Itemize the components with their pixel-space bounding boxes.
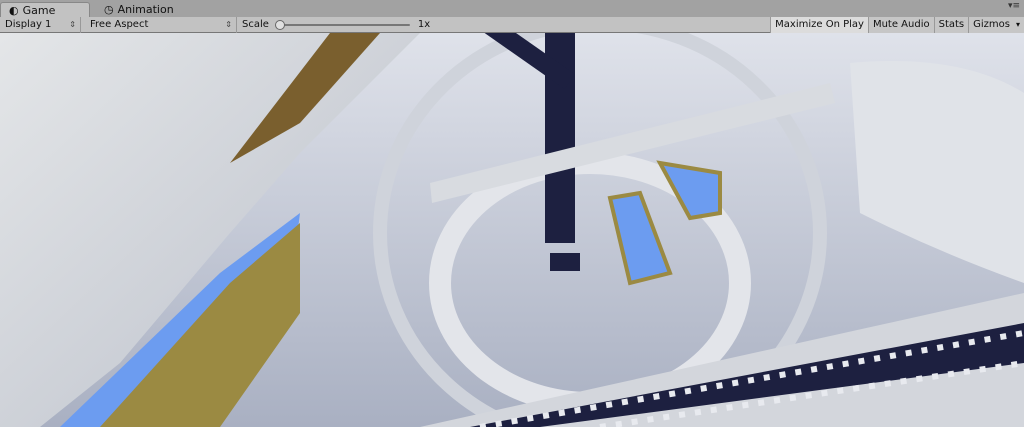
display-dropdown[interactable]: Display 1 ⇕ — [0, 16, 81, 33]
scale-slider[interactable] — [274, 17, 410, 33]
dropdown-arrows-icon: ⇕ — [225, 20, 232, 29]
maximize-on-play-button[interactable]: Maximize On Play — [770, 16, 868, 33]
slider-thumb[interactable] — [274, 19, 285, 30]
scale-control: Scale 1x — [237, 17, 437, 33]
game-viewport[interactable] — [0, 33, 1024, 427]
clock-icon: ◷ — [104, 3, 114, 16]
aspect-dropdown[interactable]: Free Aspect ⇕ — [85, 16, 237, 33]
mute-audio-button[interactable]: Mute Audio — [867, 16, 934, 33]
dropdown-arrows-icon: ⇕ — [69, 20, 76, 29]
tab-game[interactable]: ◐ Game — [0, 2, 90, 17]
panel-menu-icon[interactable]: ▾≡ — [1008, 1, 1020, 11]
game-toolbar: Display 1 ⇕ Free Aspect ⇕ Scale 1x Maximiz… — [0, 16, 1024, 33]
tab-bar: ◐ Game ◷ Animation ▾≡ — [0, 0, 1024, 17]
stats-button[interactable]: Stats — [933, 16, 969, 33]
game-controller-icon: ◐ — [9, 3, 19, 17]
chevron-down-icon: ▾ — [1015, 20, 1020, 29]
scene-render — [0, 33, 1024, 427]
tab-animation[interactable]: ◷ Animation — [96, 2, 196, 17]
gizmos-button[interactable]: Gizmos ▾ — [968, 16, 1024, 33]
